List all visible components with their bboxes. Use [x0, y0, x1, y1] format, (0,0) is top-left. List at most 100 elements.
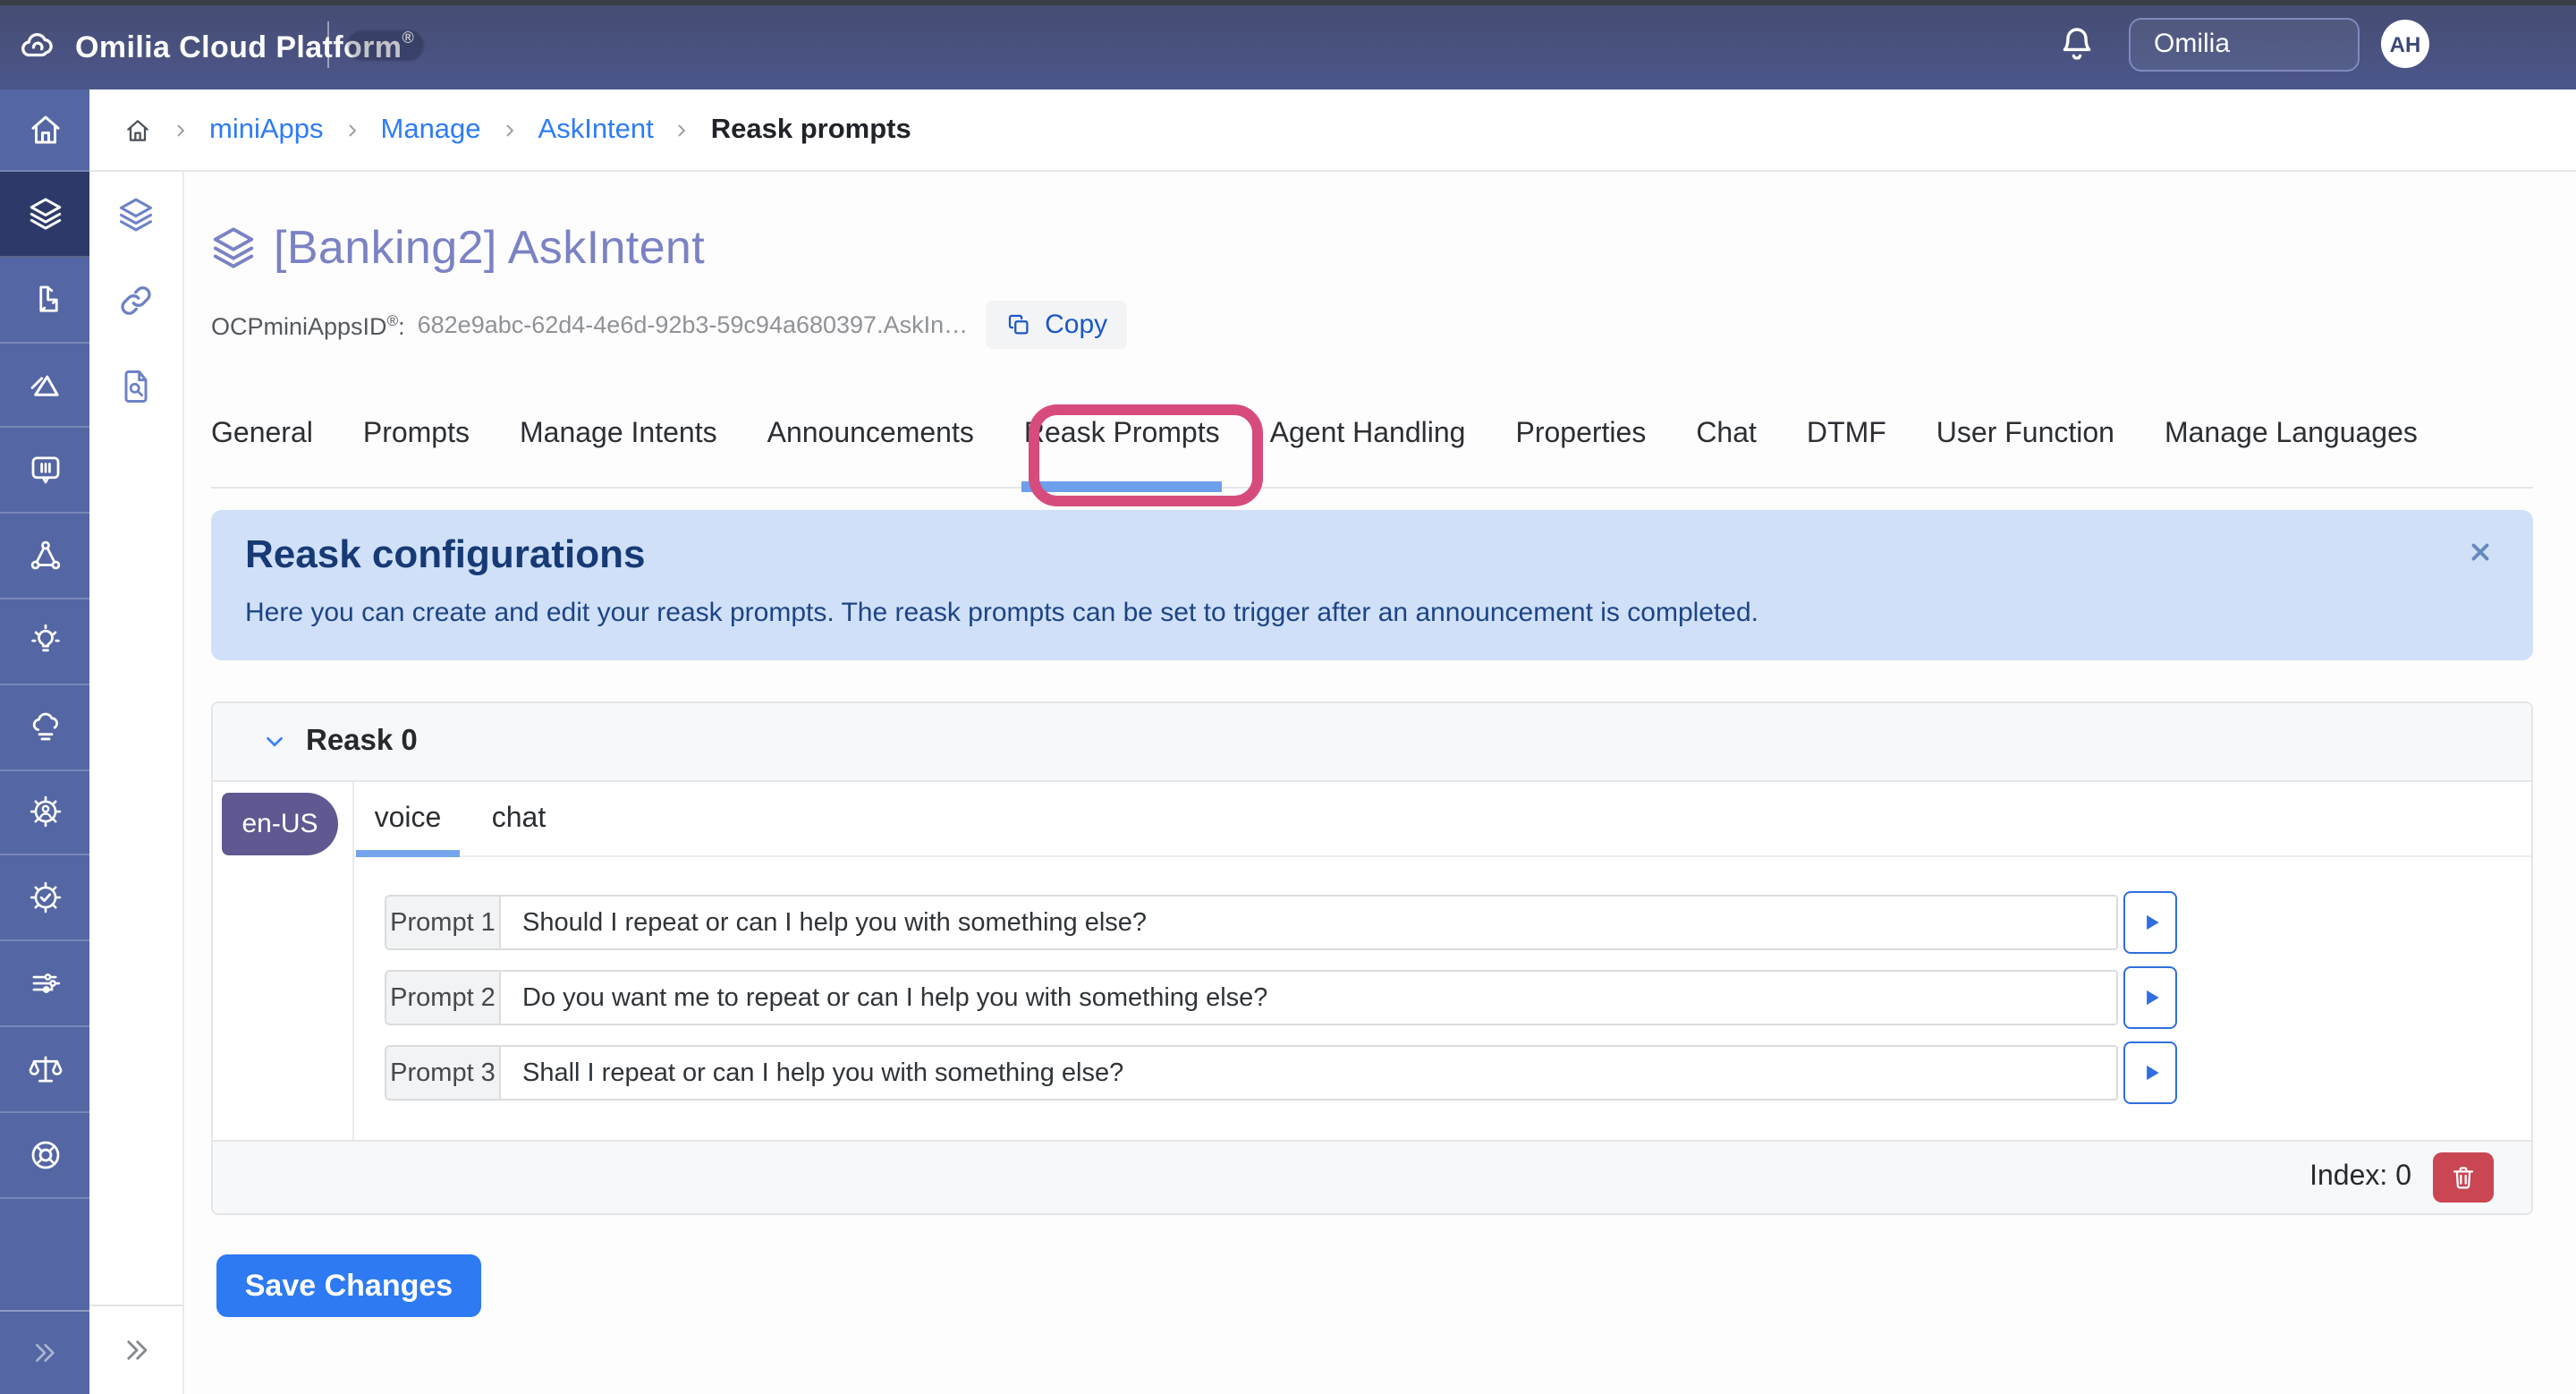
reask-card-footer: Index: 0	[213, 1140, 2531, 1213]
prompt-row: Prompt 3	[385, 1045, 2177, 1101]
sidebar-item-compliance[interactable]	[0, 1027, 89, 1113]
double-chevron-right-icon	[30, 1339, 59, 1367]
sidebar-item-analytics[interactable]	[0, 343, 89, 429]
tab-reask-prompts[interactable]: Reask Prompts	[1024, 419, 1220, 487]
breadcrumb-askintent[interactable]: AskIntent	[538, 114, 654, 146]
tab-user-function[interactable]: User Function	[1936, 419, 2114, 487]
prompt-row: Prompt 2	[385, 970, 2177, 1025]
lightbulb-icon	[26, 623, 64, 660]
sidebar-item-miniapps[interactable]	[0, 172, 89, 258]
layers-icon	[116, 195, 156, 234]
subnav-item-logs[interactable]	[89, 344, 182, 429]
secondary-sidebar	[89, 172, 184, 1394]
sidebar-item-builder[interactable]	[0, 258, 89, 344]
life-ring-icon	[26, 1135, 64, 1173]
save-changes-button[interactable]: Save Changes	[216, 1254, 481, 1317]
user-avatar[interactable]: AH	[2381, 20, 2429, 68]
sidebar-item-conversations[interactable]	[0, 429, 89, 514]
sidebar-item-insights[interactable]	[0, 599, 89, 685]
tab-manage-intents[interactable]: Manage Intents	[520, 419, 717, 487]
play-prompt-1-button[interactable]	[2123, 891, 2177, 954]
reask-accordion-title: Reask 0	[306, 725, 418, 759]
reask-0-card: Reask 0 en-US voice chat Prompt 1 Prompt…	[211, 701, 2533, 1215]
prompt-1-label: Prompt 1	[385, 895, 501, 950]
tab-agent-handling[interactable]: Agent Handling	[1270, 419, 1466, 487]
header-divider	[327, 21, 329, 68]
sidebar-item-integrations[interactable]	[0, 514, 89, 599]
sidebar-item-user-admin[interactable]	[0, 770, 89, 856]
info-box-body: Here you can create and edit your reask …	[245, 598, 1758, 628]
network-nodes-icon	[26, 537, 64, 574]
reask-accordion-header[interactable]: Reask 0	[213, 703, 2531, 782]
info-box-title: Reask configurations	[245, 531, 645, 578]
active-channel-underline	[356, 850, 460, 857]
id-label: OCPminiAppsID®:	[211, 310, 405, 339]
secondary-sidebar-expand-button[interactable]	[89, 1305, 182, 1394]
id-value: 682e9abc-62d4-4e6d-92b3-59c94a680397.Ask…	[418, 311, 969, 338]
prompt-list: Prompt 1 Prompt 2 Prompt 3	[385, 895, 2177, 1101]
chat-feedback-icon	[26, 452, 64, 489]
breadcrumb-manage[interactable]: Manage	[381, 114, 481, 146]
language-column: en-US	[213, 782, 354, 1140]
channel-tab-voice[interactable]: voice	[352, 782, 463, 855]
notifications-bell-icon[interactable]	[2055, 23, 2098, 66]
cloud-logo-icon	[16, 27, 59, 66]
gear-check-icon	[26, 880, 64, 917]
breadcrumb: miniApps Manage AskIntent Reask prompts	[89, 89, 2576, 172]
channel-tab-chat[interactable]: chat	[463, 782, 574, 855]
language-tab-en-us[interactable]: en-US	[222, 793, 338, 855]
sidebar-item-home[interactable]	[0, 89, 89, 172]
miniapp-id-row: OCPminiAppsID®: 682e9abc-62d4-4e6d-92b3-…	[211, 301, 1127, 349]
play-prompt-2-button[interactable]	[2123, 966, 2177, 1029]
active-tab-underline	[1022, 481, 1222, 492]
tab-manage-languages[interactable]: Manage Languages	[2165, 419, 2418, 487]
cloud-lines-icon	[26, 708, 64, 745]
play-icon	[2139, 1061, 2162, 1084]
tab-announcements[interactable]: Announcements	[767, 419, 974, 487]
trash-icon	[2449, 1163, 2478, 1192]
triangle-ruler-icon	[26, 366, 64, 404]
double-chevron-right-icon	[121, 1335, 151, 1365]
chevron-down-icon	[261, 728, 288, 755]
prompt-3-input[interactable]	[501, 1045, 2118, 1101]
breadcrumb-miniapps[interactable]: miniApps	[209, 114, 324, 146]
tab-properties[interactable]: Properties	[1515, 419, 1646, 487]
close-icon[interactable]	[2467, 539, 2494, 565]
miniapp-tabs: General Prompts Manage Intents Announcem…	[211, 419, 2533, 489]
home-icon	[26, 111, 64, 149]
play-prompt-3-button[interactable]	[2123, 1041, 2177, 1104]
sidebar-expand-button[interactable]	[0, 1310, 89, 1394]
redacted-header-item	[347, 30, 424, 61]
layers-icon	[26, 195, 64, 233]
tab-dtmf[interactable]: DTMF	[1807, 419, 1886, 487]
copy-icon	[1005, 311, 1032, 338]
tab-prompts[interactable]: Prompts	[363, 419, 470, 487]
copy-id-button[interactable]: Copy	[986, 301, 1127, 349]
prompt-2-input[interactable]	[501, 970, 2118, 1025]
prompt-3-label: Prompt 3	[385, 1045, 501, 1101]
link-icon	[116, 281, 156, 320]
chevron-right-icon	[501, 121, 519, 139]
prompt-1-input[interactable]	[501, 895, 2118, 950]
org-selector[interactable]: Omilia	[2129, 18, 2360, 72]
block-icon	[26, 280, 64, 318]
sidebar-item-cloud-services[interactable]	[0, 685, 89, 771]
delete-reask-button[interactable]	[2433, 1152, 2494, 1203]
prompt-row: Prompt 1	[385, 895, 2177, 950]
play-icon	[2139, 986, 2162, 1009]
prompt-2-label: Prompt 2	[385, 970, 501, 1025]
miniapp-layers-icon	[209, 224, 258, 272]
omilia-cloud-platform-window: Omilia Cloud Platform® Omilia AH miniA	[0, 0, 2576, 1394]
subnav-item-links[interactable]	[89, 258, 182, 344]
window-top-strip	[0, 0, 2576, 5]
sidebar-item-quality[interactable]	[0, 856, 89, 942]
sidebar-item-automation[interactable]	[0, 941, 89, 1027]
chevron-right-icon	[674, 121, 691, 139]
tab-general[interactable]: General	[211, 419, 313, 487]
sidebar-item-support[interactable]	[0, 1113, 89, 1199]
play-icon	[2139, 911, 2162, 934]
subnav-item-miniapps[interactable]	[89, 172, 182, 258]
tab-chat[interactable]: Chat	[1696, 419, 1757, 487]
scales-icon	[26, 1050, 64, 1088]
breadcrumb-home-icon[interactable]	[123, 115, 152, 144]
